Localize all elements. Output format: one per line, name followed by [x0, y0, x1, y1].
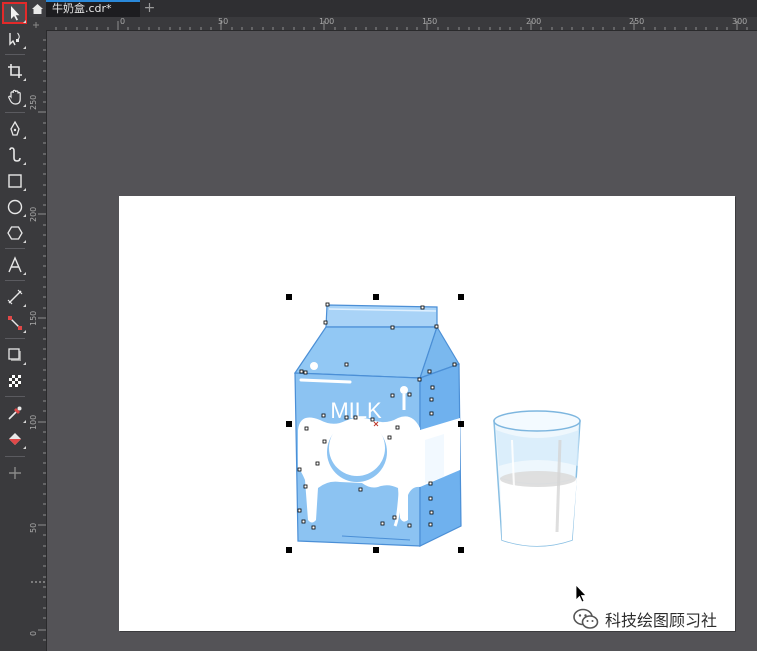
- handle-middle-right[interactable]: [458, 421, 464, 427]
- handle-top-center[interactable]: [373, 294, 379, 300]
- home-icon: [32, 3, 43, 14]
- watermark-text: 科技绘图顾习社: [605, 611, 718, 630]
- curve-brush-icon: [8, 147, 21, 162]
- milk-glass[interactable]: [493, 410, 581, 547]
- ruler-label: 50: [218, 17, 229, 26]
- ruler-label: 50: [29, 522, 38, 533]
- node-edit-icon: [8, 32, 20, 46]
- plus-icon: [8, 467, 21, 479]
- hand-icon: [7, 89, 21, 105]
- handle-bottom-center[interactable]: [373, 547, 379, 553]
- ruler-label: 200: [526, 17, 542, 26]
- pan-tool[interactable]: [2, 86, 27, 108]
- eyedropper-tool[interactable]: [2, 402, 27, 424]
- flyout-indicator: [23, 446, 26, 449]
- flyout-indicator: [23, 136, 26, 139]
- toolbox-divider: [5, 112, 25, 113]
- pen-nib-icon: [9, 120, 20, 136]
- parallel-dimension-tool[interactable]: [2, 286, 27, 308]
- pick-tool[interactable]: [2, 2, 27, 24]
- flyout-indicator: [23, 188, 26, 191]
- handle-bottom-left[interactable]: [286, 547, 292, 553]
- crop-tool[interactable]: [2, 60, 27, 82]
- toolbox-divider: [5, 54, 25, 55]
- connector-tool[interactable]: [2, 312, 27, 334]
- freehand-tool[interactable]: [2, 118, 27, 140]
- ruler-label: 100: [29, 414, 38, 430]
- flyout-indicator: [23, 240, 26, 243]
- toolbox-divider: [5, 280, 25, 281]
- flyout-indicator: [23, 20, 26, 23]
- transparency-tool[interactable]: [2, 370, 27, 392]
- flyout-indicator: [23, 304, 26, 307]
- ruler-label: 100: [319, 17, 335, 26]
- ellipse-tool[interactable]: [2, 196, 27, 218]
- flyout-indicator: [23, 104, 26, 107]
- toolbox-divider: [5, 396, 25, 397]
- rectangle-tool[interactable]: [2, 170, 27, 192]
- drop-shadow-icon: [7, 348, 21, 361]
- connector-line-icon: [7, 316, 22, 330]
- new-tab-button[interactable]: +: [142, 1, 157, 16]
- handle-top-left[interactable]: [286, 294, 292, 300]
- toolbox-divider: [5, 248, 25, 249]
- flyout-indicator: [23, 214, 26, 217]
- flyout-indicator: [23, 420, 26, 423]
- toolbox-divider: [5, 456, 25, 457]
- ellipse-icon: [7, 199, 22, 215]
- document-tab[interactable]: 牛奶盒.cdr*: [46, 0, 140, 17]
- vertical-ruler-ticks: [31, 39, 46, 641]
- drop-shadow-tool[interactable]: [2, 344, 27, 366]
- ruler-label: 150: [29, 310, 38, 326]
- horizontal-ruler[interactable]: 0 50 100 150 200 250 300: [46, 17, 757, 31]
- fill-bucket-icon: [8, 433, 21, 445]
- ruler-label: 200: [29, 206, 38, 222]
- home-tab[interactable]: [29, 0, 46, 17]
- handle-top-right[interactable]: [458, 294, 464, 300]
- pointer-arrow-icon: [10, 6, 19, 21]
- eyedropper-icon: [7, 406, 21, 420]
- toolbox-divider: [5, 338, 25, 339]
- milk-carton[interactable]: MILK: [293, 302, 462, 547]
- dimension-line-icon: [7, 289, 22, 305]
- checkerboard-icon: [8, 375, 21, 387]
- plus-icon: +: [143, 0, 156, 16]
- shape-tool[interactable]: [2, 28, 27, 50]
- ruler-label: 150: [422, 17, 438, 26]
- interactive-fill-tool[interactable]: [2, 428, 27, 450]
- watermark: 科技绘图顾习社: [573, 607, 717, 631]
- flyout-indicator: [23, 78, 26, 81]
- add-tool-button[interactable]: [2, 462, 27, 484]
- flyout-indicator: [23, 46, 26, 49]
- handle-bottom-right[interactable]: [458, 547, 464, 553]
- flyout-indicator: [23, 330, 26, 333]
- artistic-media-tool[interactable]: [2, 144, 27, 166]
- polygon-tool[interactable]: [2, 222, 27, 244]
- ruler-label: 300: [732, 17, 748, 26]
- hexagon-icon: [6, 226, 23, 240]
- ruler-label: 250: [29, 94, 38, 110]
- toolbox: [0, 0, 30, 651]
- document-tab-bar: 牛奶盒.cdr* +: [29, 0, 757, 18]
- ruler-label: 0: [120, 17, 126, 26]
- crop-icon: [7, 64, 22, 78]
- text-tool[interactable]: [2, 254, 27, 276]
- rectangle-icon: [7, 174, 22, 188]
- ruler-origin-corner[interactable]: [29, 17, 46, 30]
- flyout-indicator: [23, 272, 26, 275]
- horizontal-ruler-ticks: [55, 21, 748, 30]
- flyout-indicator: [23, 362, 26, 365]
- flyout-indicator: [23, 162, 26, 165]
- document-tab-title: 牛奶盒.cdr*: [52, 2, 112, 15]
- handle-middle-left[interactable]: [286, 421, 292, 427]
- wechat-icon: [573, 608, 599, 629]
- ruler-label: 0: [29, 630, 38, 636]
- text-a-icon: [7, 256, 22, 273]
- vertical-ruler[interactable]: 250 200 150 100 50 0: [29, 30, 47, 651]
- ruler-label: 250: [629, 17, 645, 26]
